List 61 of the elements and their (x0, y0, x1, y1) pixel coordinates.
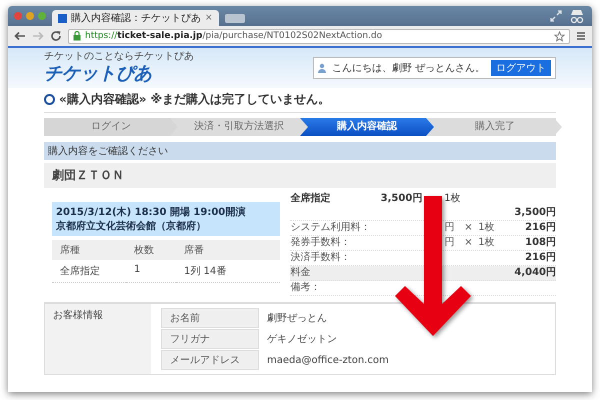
performance-title: 劇団ＺＴＯＮ (44, 163, 556, 188)
fee-label: 備考： (290, 281, 322, 295)
column-header: 席種 (52, 240, 126, 260)
field-label: フリガナ (161, 329, 259, 349)
browser-tab[interactable]: 購入内容確認：チケットぴあ × (52, 10, 219, 26)
page-heading: «購入内容確認» (59, 91, 147, 108)
circle-bullet-icon (44, 94, 55, 105)
fee-amount: 3,500円 (513, 206, 556, 220)
greeting-text: こんにちは、劇野 ぜっとんさん。 (332, 62, 485, 75)
star-icon[interactable] (554, 30, 565, 42)
quantity: 1枚 (444, 192, 462, 206)
favicon-icon (58, 14, 67, 22)
progress-step: 購入内容確認 (300, 118, 434, 136)
table-cell: 全席指定 (52, 260, 126, 283)
progress-step: ログイン (44, 118, 178, 136)
reload-icon[interactable] (50, 30, 62, 42)
quantity: 1枚 (478, 221, 496, 235)
logout-button[interactable]: ログアウト (491, 60, 551, 76)
notice-bar: 購入内容をご確認ください (44, 142, 556, 160)
unit-price: 円 (444, 236, 456, 250)
total-amount: 4,040円 (513, 266, 556, 280)
times-sign: × (464, 221, 474, 235)
table-cell: 1 (126, 260, 176, 283)
site-logo[interactable]: チケットぴあ (44, 63, 194, 85)
tab-close-button[interactable]: × (205, 13, 213, 23)
field-label: お名前 (161, 308, 259, 328)
lock-icon (73, 31, 81, 41)
event-datetime: 2015/3/12(木) 18:30 開場 19:00開演 (56, 206, 246, 219)
unit-price: 円 (444, 221, 456, 235)
tab-title: 購入内容確認：チケットぴあ (71, 12, 201, 25)
field-value: ゲキノゼットン (266, 333, 337, 346)
user-icon (318, 63, 326, 73)
fee-label: 決済手数料： (290, 251, 352, 265)
fee-label: 発券手数料： (290, 236, 352, 250)
logo-tagline: チケットのことならチケットぴあ (44, 51, 194, 63)
fee-label: システム利用料： (290, 221, 372, 235)
field-label: メールアドレス (161, 350, 259, 370)
incognito-icon (568, 8, 586, 24)
column-header: 枚数 (126, 240, 176, 260)
fee-label: 全席指定 (290, 192, 332, 206)
field-value: maeda@office-zton.com (266, 354, 389, 366)
fullscreen-icon[interactable] (550, 10, 562, 22)
fee-amount: 216円 (524, 251, 556, 265)
url-text: https://ticket-sale.pia.jp/pia/purchase/NT0102S02NextAction.do (85, 31, 382, 41)
fee-amount: 108円 (524, 236, 556, 250)
menu-icon[interactable] (576, 31, 586, 41)
heading-note: ※まだ購入は完了していません。 (150, 91, 330, 108)
minimize-icon[interactable] (26, 12, 34, 20)
fee-amount: 216円 (524, 221, 556, 235)
table-cell: 1列 14番 (176, 260, 280, 283)
unit-price: 3,500円 (380, 192, 422, 206)
section-label: お客様情報 (53, 310, 103, 321)
times-sign: × (464, 236, 474, 250)
column-header: 席番 (176, 240, 280, 260)
new-tab-button[interactable] (224, 14, 245, 23)
back-icon[interactable] (14, 30, 26, 42)
address-field[interactable]: https://ticket-sale.pia.jp/pia/purchase/NT0102S02NextAction.do (68, 28, 570, 44)
quantity: 1枚 (478, 236, 496, 250)
fee-label: 料金 (290, 266, 312, 280)
event-venue: 京都府立文化芸術会館（京都府） (56, 219, 207, 233)
field-value: 劇野ぜっとん (266, 312, 327, 325)
